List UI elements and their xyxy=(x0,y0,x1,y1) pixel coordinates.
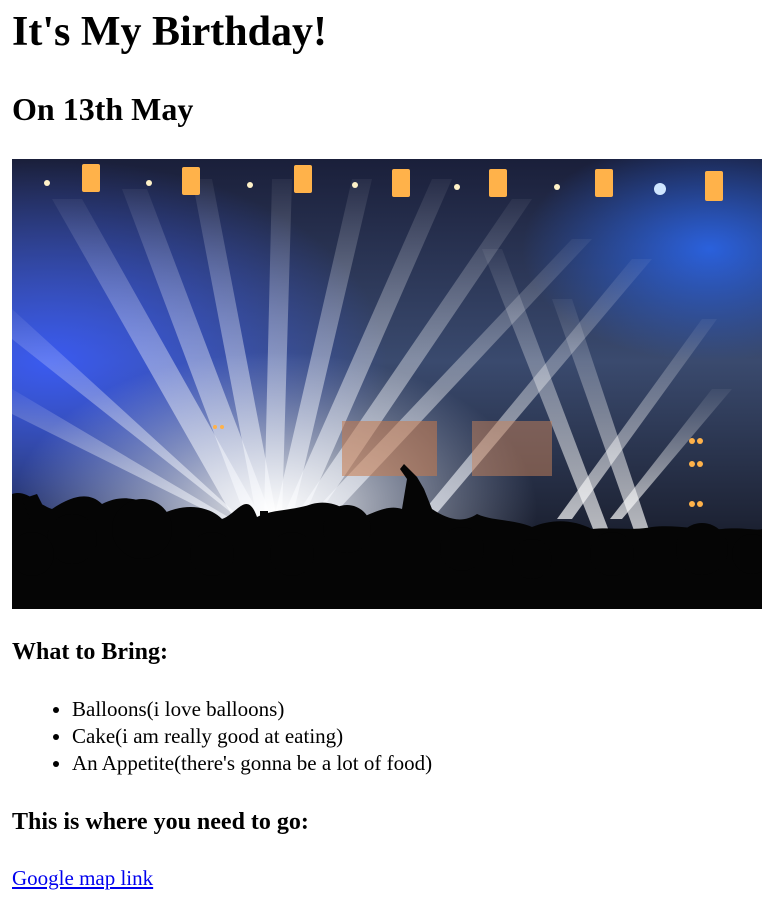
list-item: An Appetite(there's gonna be a lot of fo… xyxy=(72,750,767,777)
page-title: It's My Birthday! xyxy=(12,9,327,55)
list-item: Balloons(i love balloons) xyxy=(72,696,767,723)
what-to-bring-heading: What to Bring: xyxy=(12,639,168,665)
bring-list: Balloons(i love balloons) Cake(i am real… xyxy=(12,696,767,777)
google-map-link[interactable]: Google map link xyxy=(12,865,153,892)
list-item: Cake(i am really good at eating) xyxy=(72,723,767,750)
location-heading: This is where you need to go: xyxy=(12,809,309,835)
concert-stage-lights-photo-icon xyxy=(12,159,762,609)
concert-photo xyxy=(12,159,762,609)
date-heading: On 13th May xyxy=(12,91,194,127)
page-content: It's My Birthday! On 13th May What to Br… xyxy=(0,0,779,892)
